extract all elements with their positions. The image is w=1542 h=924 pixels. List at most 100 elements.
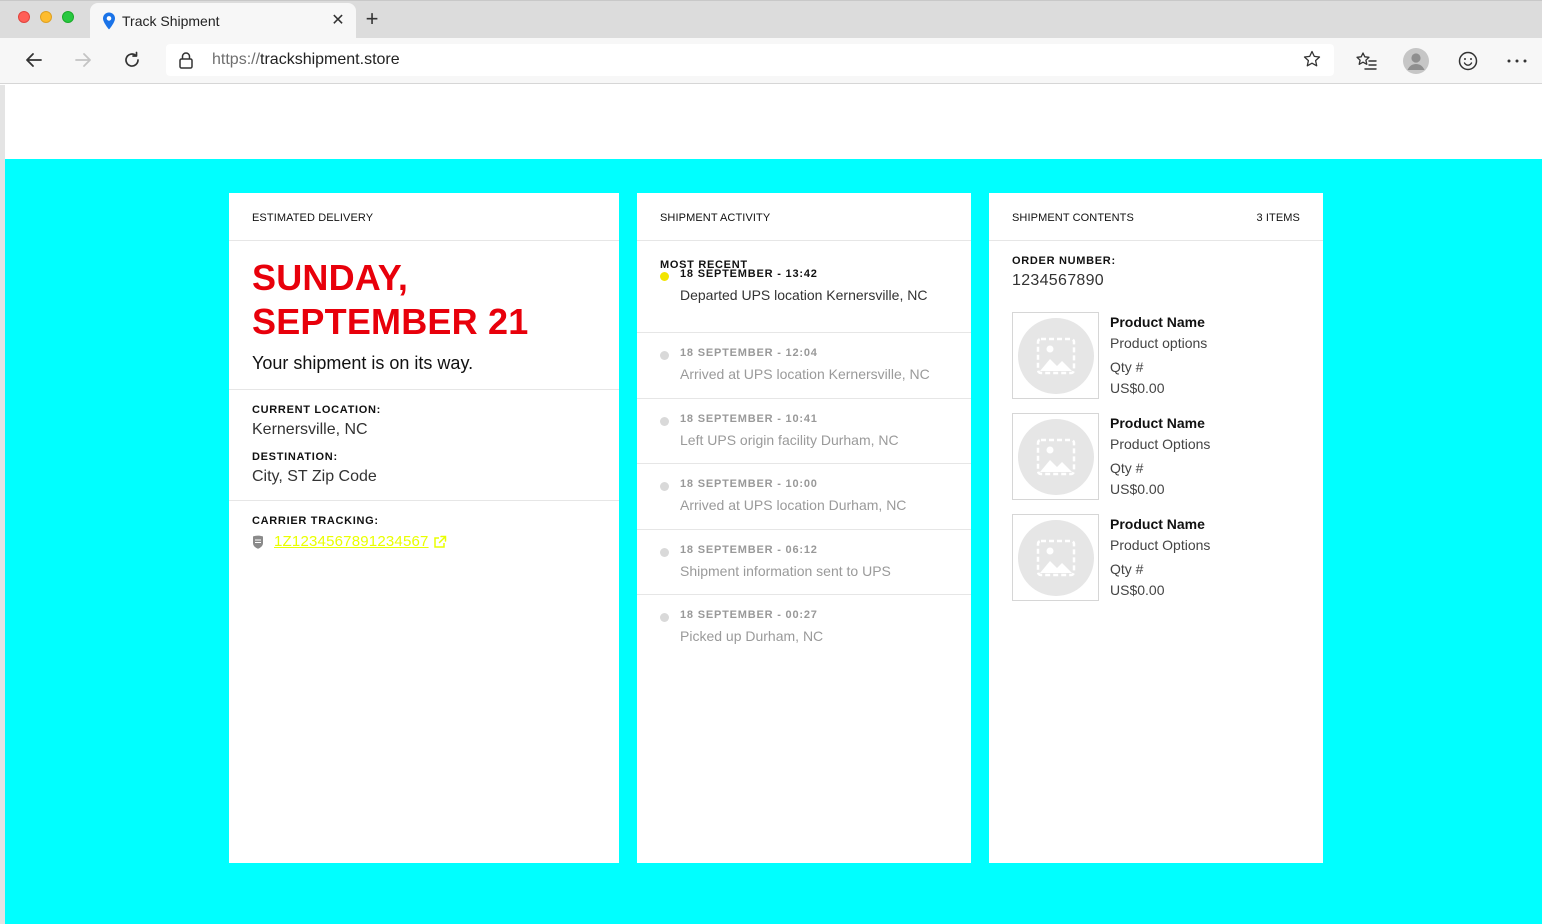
arrow-right-icon: [75, 53, 91, 67]
tracking-row: 1Z1234567891234567: [252, 533, 596, 550]
activity-time: 18 SEPTEMBER - 00:27: [680, 609, 818, 621]
feedback-button[interactable]: [1454, 47, 1482, 75]
current-location-label: CURRENT LOCATION:: [252, 404, 382, 416]
avatar-icon: [1403, 48, 1429, 74]
smiley-icon: [1458, 51, 1478, 71]
status-dot: [660, 547, 669, 557]
tab-close-icon[interactable]: ✕: [330, 10, 346, 30]
url-text[interactable]: https://trackshipment.store: [212, 51, 400, 69]
forward-button[interactable]: [70, 47, 96, 73]
reload-button[interactable]: [119, 47, 145, 73]
tracking-number-link[interactable]: 1Z1234567891234567: [274, 533, 429, 550]
location-info: CURRENT LOCATION: Kernersville, NC DESTI…: [229, 390, 619, 486]
product-details: Product Name Product options Qty # US$0.…: [1110, 314, 1207, 396]
bookmark-star-icon[interactable]: [1302, 49, 1322, 69]
activity-time: 18 SEPTEMBER - 10:41: [680, 412, 818, 425]
delivery-date: SUNDAY, SEPTEMBER 21: [252, 256, 596, 344]
url-host: trackshipment.store: [260, 51, 400, 68]
favorites-list-icon: [1356, 52, 1377, 70]
url-scheme: https://: [212, 51, 261, 68]
product-name: Product Name: [1110, 415, 1205, 431]
address-bar[interactable]: https://trackshipment.store: [166, 44, 1334, 76]
status-dot: [660, 351, 669, 360]
product-qty: Qty #: [1110, 359, 1144, 375]
image-placeholder-icon: [1017, 519, 1094, 596]
carrier-tracking-info: CARRIER TRACKING: 1Z1234567891234567: [229, 501, 619, 550]
activity-item: 18 SEPTEMBER - 13:42 Departed UPS locati…: [637, 268, 971, 333]
image-placeholder-icon: [1017, 418, 1094, 495]
product-options: Product Options: [1110, 436, 1211, 452]
product-options: Product options: [1110, 335, 1208, 351]
current-location-value: Kernersville, NC: [252, 421, 368, 438]
activity-item: 18 SEPTEMBER - 10:00 Arrived at UPS loca…: [637, 464, 971, 530]
card-title: SHIPMENT ACTIVITY: [660, 212, 771, 224]
carrier-tracking-label: CARRIER TRACKING:: [252, 515, 379, 527]
product-qty: Qty #: [1110, 460, 1144, 476]
status-dot: [660, 416, 669, 426]
ups-shield-icon: [253, 535, 263, 549]
favorites-button[interactable]: [1352, 47, 1380, 75]
window-zoom-button[interactable]: [62, 11, 74, 23]
estimated-delivery-card: ESTIMATED DELIVERY SUNDAY, SEPTEMBER 21 …: [229, 193, 619, 863]
window-minimize-button[interactable]: [40, 11, 52, 23]
product-options: Product Options: [1110, 537, 1211, 553]
card-title: ESTIMATED DELIVERY: [252, 212, 374, 224]
tab-title: Track Shipment: [122, 13, 220, 29]
browser-tab[interactable]: Track Shipment ✕: [90, 3, 356, 39]
activity-description: Picked up Durham, NC: [680, 628, 824, 644]
activity-item: 18 SEPTEMBER - 00:27 Picked up Durham, N…: [637, 595, 971, 661]
product-thumbnail: [1012, 413, 1099, 500]
product-price: US$0.00: [1110, 582, 1165, 598]
activity-item: 18 SEPTEMBER - 06:12 Shipment informatio…: [637, 530, 971, 595]
lock-icon: [179, 52, 193, 69]
back-button[interactable]: [21, 47, 47, 73]
item-count: 3 ITEMS: [1256, 212, 1300, 224]
new-tab-icon[interactable]: +: [362, 6, 382, 32]
product-price: US$0.00: [1110, 481, 1165, 497]
product-item: Product Name Product options Qty # US$0.…: [1012, 312, 1323, 413]
activity-description: Departed UPS location Kernersville, NC: [680, 287, 928, 303]
product-details: Product Name Product Options Qty # US$0.…: [1110, 415, 1210, 497]
shipment-contents-card: SHIPMENT CONTENTS 3 ITEMS ORDER NUMBER: …: [989, 193, 1323, 863]
activity-time: 18 SEPTEMBER - 12:04: [680, 347, 818, 359]
order-number-label: ORDER NUMBER:: [1012, 255, 1116, 267]
status-dot: [660, 482, 669, 491]
activity-description: Left UPS origin facility Durham, NC: [680, 431, 899, 448]
external-link-icon[interactable]: [433, 535, 447, 549]
product-item: Product Name Product Options Qty # US$0.…: [1012, 514, 1323, 615]
window-close-button[interactable]: [18, 11, 30, 23]
more-menu-button[interactable]: [1503, 47, 1531, 75]
location-pin-icon: [103, 12, 115, 30]
product-price: US$0.00: [1110, 380, 1165, 396]
activity-item: 18 SEPTEMBER - 12:04 Arrived at UPS loca…: [637, 333, 971, 399]
product-item: Product Name Product Options Qty # US$0.…: [1012, 413, 1323, 514]
more-dots-icon: [1507, 59, 1527, 63]
status-dot: [660, 613, 669, 622]
delivery-month-day: SEPTEMBER 21: [252, 301, 529, 342]
product-name: Product Name: [1110, 314, 1205, 330]
order-number-value: 1234567890: [1012, 272, 1104, 289]
product-name: Product Name: [1110, 516, 1205, 532]
activity-time: 18 SEPTEMBER - 10:00: [680, 478, 818, 490]
browser-titlebar: Track Shipment ✕ +: [0, 0, 1542, 39]
status-dot: [660, 272, 669, 281]
activity-description: Arrived at UPS location Durham, NC: [680, 497, 907, 513]
product-thumbnail: [1012, 312, 1099, 399]
image-placeholder-icon: [1017, 317, 1094, 394]
destination-label: DESTINATION:: [252, 451, 338, 463]
profile-button[interactable]: [1402, 47, 1430, 75]
arrow-left-icon: [26, 53, 42, 67]
card-header: SHIPMENT ACTIVITY: [637, 193, 971, 241]
card-header: SHIPMENT CONTENTS 3 ITEMS: [989, 193, 1323, 241]
activity-item: 18 SEPTEMBER - 10:41 Left UPS origin fac…: [637, 399, 971, 464]
activity-time: 18 SEPTEMBER - 06:12: [680, 543, 818, 556]
shipment-activity-card: SHIPMENT ACTIVITY MOST RECENT 18 SEPTEMB…: [637, 193, 971, 863]
card-title: SHIPMENT CONTENTS: [1012, 212, 1134, 224]
activity-time: 18 SEPTEMBER - 13:42: [680, 268, 818, 280]
browser-toolbar: https://trackshipment.store: [0, 38, 1542, 84]
most-recent-label: MOST RECENT: [660, 259, 748, 271]
product-thumbnail: [1012, 514, 1099, 601]
order-info: ORDER NUMBER: 1234567890: [989, 241, 1323, 290]
page-header-area: [5, 85, 1542, 159]
product-qty: Qty #: [1110, 561, 1144, 577]
